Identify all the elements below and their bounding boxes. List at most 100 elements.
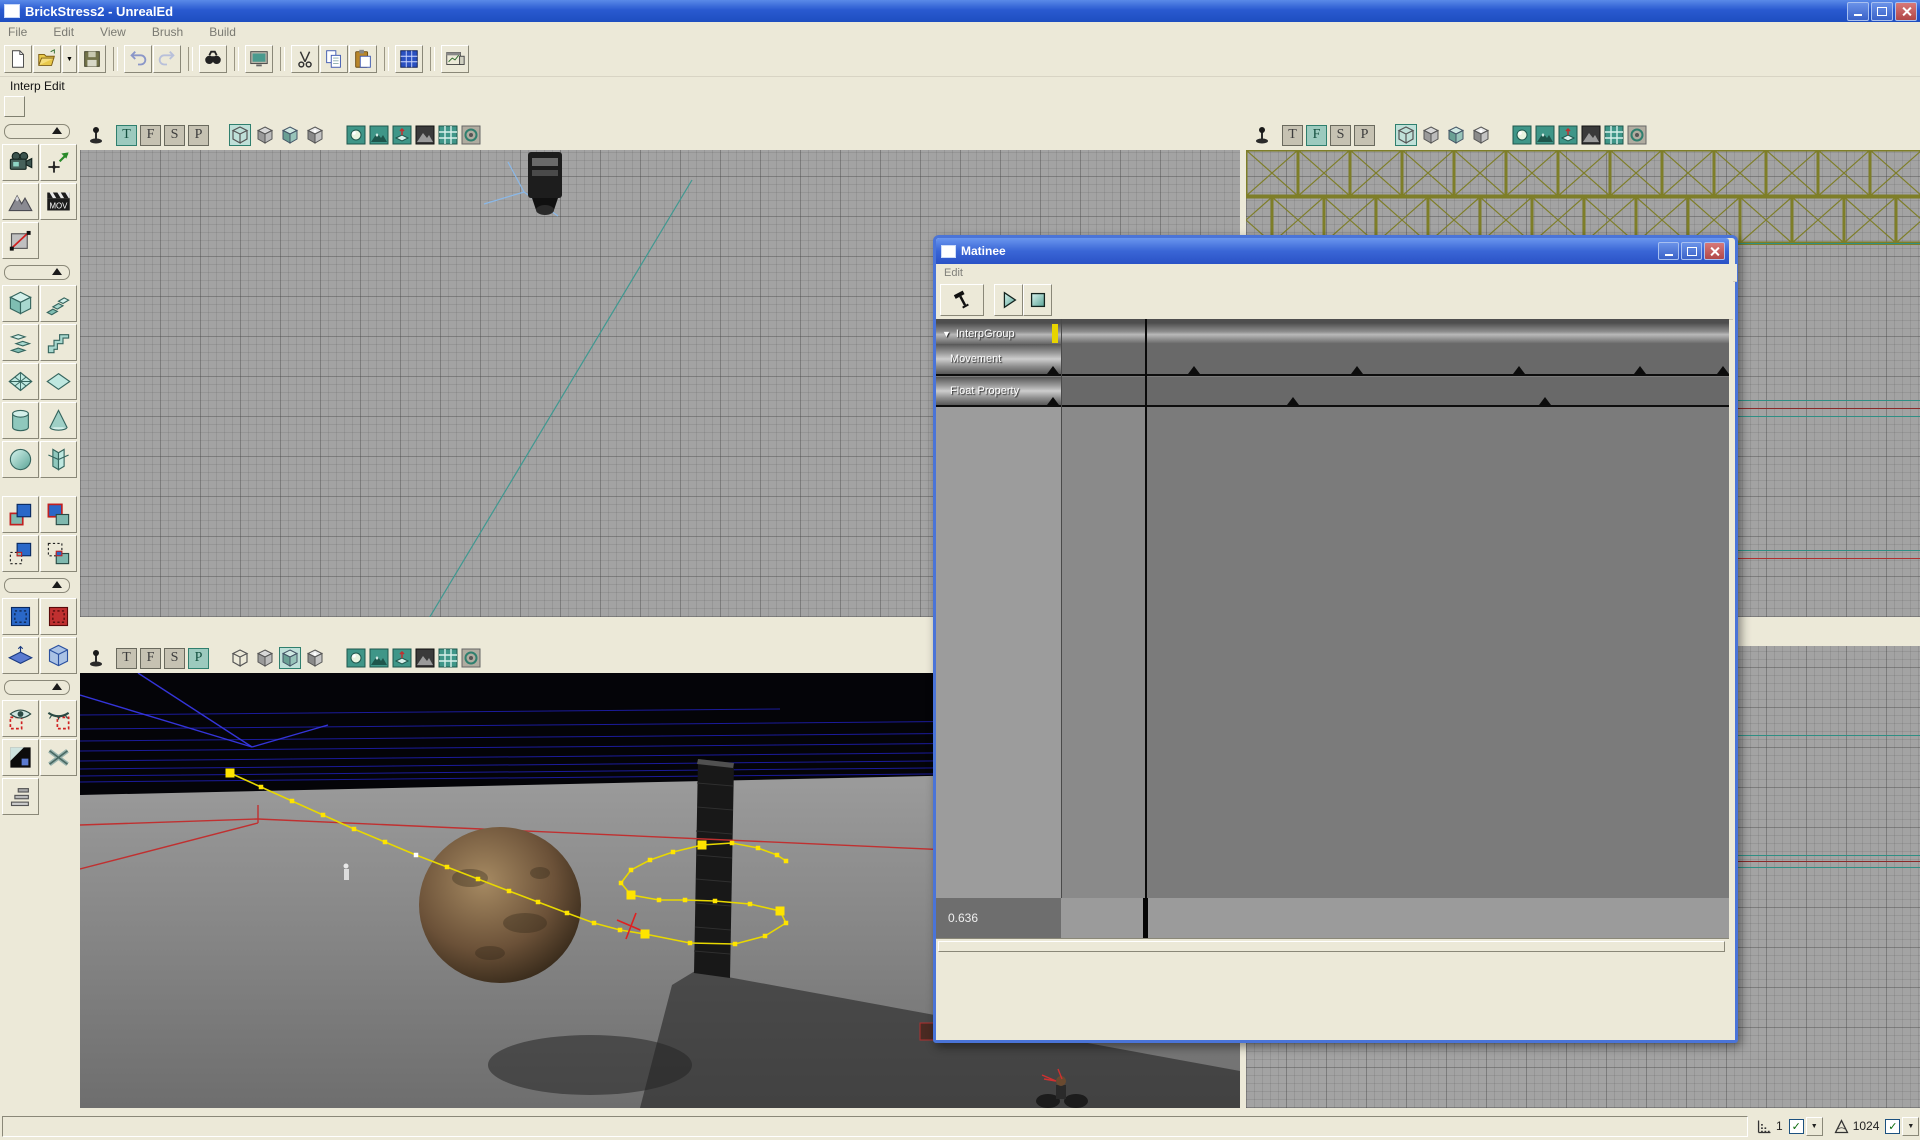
spline-keypoint[interactable] xyxy=(226,769,235,778)
keyframe-triangle[interactable] xyxy=(1539,397,1551,405)
spline-point[interactable] xyxy=(733,942,738,947)
spline-point[interactable] xyxy=(383,840,388,845)
toggle-selection-icon[interactable] xyxy=(461,125,481,145)
stop-button[interactable] xyxy=(1023,284,1052,316)
time-cursor-handle[interactable] xyxy=(1143,898,1148,938)
paste-button[interactable] xyxy=(349,45,377,73)
spiral-staircase-button[interactable] xyxy=(2,324,39,361)
minimize-button[interactable] xyxy=(1847,2,1869,21)
view-perspective-button[interactable]: P xyxy=(188,648,209,669)
render-bsp-icon[interactable] xyxy=(254,647,276,669)
menu-build[interactable]: Build xyxy=(209,25,236,39)
view-top-button[interactable]: T xyxy=(1282,125,1303,146)
find-actor-button[interactable] xyxy=(199,45,227,73)
csg-add-button[interactable] xyxy=(2,496,39,533)
spline-point[interactable] xyxy=(259,785,264,790)
redo-button[interactable] xyxy=(153,45,181,73)
keyframe-triangle[interactable] xyxy=(1513,366,1525,374)
app-titlebar[interactable]: BrickStress2 - UnrealEd xyxy=(0,0,1920,22)
cube-brush-button[interactable] xyxy=(2,285,39,322)
move-rotate-button[interactable] xyxy=(40,144,77,181)
spline-point[interactable] xyxy=(657,898,662,903)
volumetric-button[interactable] xyxy=(40,441,77,478)
script-editor-button[interactable] xyxy=(441,45,469,73)
matinee-timebar[interactable]: 0.636 xyxy=(936,898,1729,938)
cylinder-button[interactable] xyxy=(2,402,39,439)
add-key-button[interactable] xyxy=(940,284,984,316)
drag-grid-checkbox[interactable]: ✓ xyxy=(1789,1119,1804,1134)
spline-point[interactable] xyxy=(536,900,541,905)
csg-deintersect-button[interactable] xyxy=(40,535,77,572)
toggle-lighting-icon[interactable] xyxy=(346,125,366,145)
keyframe-triangle[interactable] xyxy=(1717,366,1729,374)
realtime-joystick-icon[interactable] xyxy=(1252,125,1272,145)
delete-selected-button[interactable] xyxy=(40,739,77,776)
section-toggle-brushes[interactable] xyxy=(4,265,70,280)
fullscreen-button[interactable] xyxy=(245,45,273,73)
spline-point[interactable] xyxy=(445,865,450,870)
rotation-grid-checkbox[interactable]: ✓ xyxy=(1885,1119,1900,1134)
toggle-darkmap-icon[interactable] xyxy=(1581,125,1601,145)
keyframe-triangle[interactable] xyxy=(1634,366,1646,374)
toggle-grid-icon[interactable] xyxy=(438,125,458,145)
spline-point[interactable] xyxy=(629,868,634,873)
toggle-lighting-icon[interactable] xyxy=(346,648,366,668)
view-front-button[interactable]: F xyxy=(1306,125,1327,146)
drag-grid-value[interactable]: 1 xyxy=(1776,1119,1783,1133)
spline-point[interactable] xyxy=(730,841,735,846)
render-wireframe-icon[interactable] xyxy=(1395,124,1417,146)
tessellated-sheet-button[interactable] xyxy=(2,363,39,400)
view-perspective-button[interactable]: P xyxy=(188,125,209,146)
spline-keypoint[interactable] xyxy=(627,891,636,900)
render-textured-icon[interactable] xyxy=(1445,124,1467,146)
keyframe-triangle[interactable] xyxy=(1188,366,1200,374)
new-document-button[interactable] xyxy=(4,45,32,73)
spline-point[interactable] xyxy=(784,859,789,864)
cut-button[interactable] xyxy=(291,45,319,73)
matinee-menu-edit[interactable]: Edit xyxy=(944,267,963,279)
spline-point[interactable] xyxy=(290,799,295,804)
toggle-darkmap-icon[interactable] xyxy=(415,648,435,668)
timeline-scrollbar[interactable] xyxy=(936,938,1729,953)
spline-point[interactable] xyxy=(683,898,688,903)
render-textured-icon[interactable] xyxy=(279,124,301,146)
mode-button[interactable] xyxy=(4,96,25,117)
view-side-button[interactable]: S xyxy=(164,125,185,146)
drag-grid-dropdown[interactable]: ▼ xyxy=(1806,1117,1823,1136)
undo-button[interactable] xyxy=(124,45,152,73)
render-lit-icon[interactable] xyxy=(304,124,326,146)
spline-point[interactable] xyxy=(713,899,718,904)
view-side-button[interactable]: S xyxy=(1330,125,1351,146)
toggle-volumes-icon[interactable] xyxy=(392,648,412,668)
matinee-titlebar[interactable]: Matinee xyxy=(936,238,1729,264)
toggle-lighting-icon[interactable] xyxy=(1512,125,1532,145)
copy-button[interactable] xyxy=(320,45,348,73)
spline-point[interactable] xyxy=(775,853,780,858)
hide-selected-button[interactable] xyxy=(40,700,77,737)
spline-keypoint[interactable] xyxy=(776,907,785,916)
open-dropdown-button[interactable]: ▼ xyxy=(62,45,77,73)
class-browser-button[interactable] xyxy=(395,45,423,73)
maximize-button[interactable] xyxy=(1871,2,1893,21)
toggle-terrain-icon[interactable] xyxy=(369,648,389,668)
show-selected-only-button[interactable] xyxy=(2,700,39,737)
toggle-grid-icon[interactable] xyxy=(438,648,458,668)
view-top-button[interactable]: T xyxy=(116,125,137,146)
interp-group-row[interactable]: ▼ InterpGroup xyxy=(936,323,1729,344)
spline-point[interactable] xyxy=(592,921,597,926)
toggle-selection-icon[interactable] xyxy=(1627,125,1647,145)
menu-view[interactable]: View xyxy=(100,25,126,39)
play-button[interactable] xyxy=(994,284,1023,316)
invert-selection-button[interactable] xyxy=(2,739,39,776)
spline-point[interactable] xyxy=(352,827,357,832)
view-side-button[interactable]: S xyxy=(164,648,185,669)
realtime-joystick-icon[interactable] xyxy=(86,648,106,668)
scrollbar-thumb[interactable] xyxy=(938,941,1725,952)
toggle-terrain-icon[interactable] xyxy=(1535,125,1555,145)
align-viewports-button[interactable] xyxy=(2,778,39,815)
rock-sphere-actor[interactable] xyxy=(419,827,581,983)
spline-point[interactable] xyxy=(565,911,570,916)
render-lit-icon[interactable] xyxy=(304,647,326,669)
rotation-grid-dropdown[interactable]: ▼ xyxy=(1902,1117,1919,1136)
spline-point[interactable] xyxy=(688,941,693,946)
